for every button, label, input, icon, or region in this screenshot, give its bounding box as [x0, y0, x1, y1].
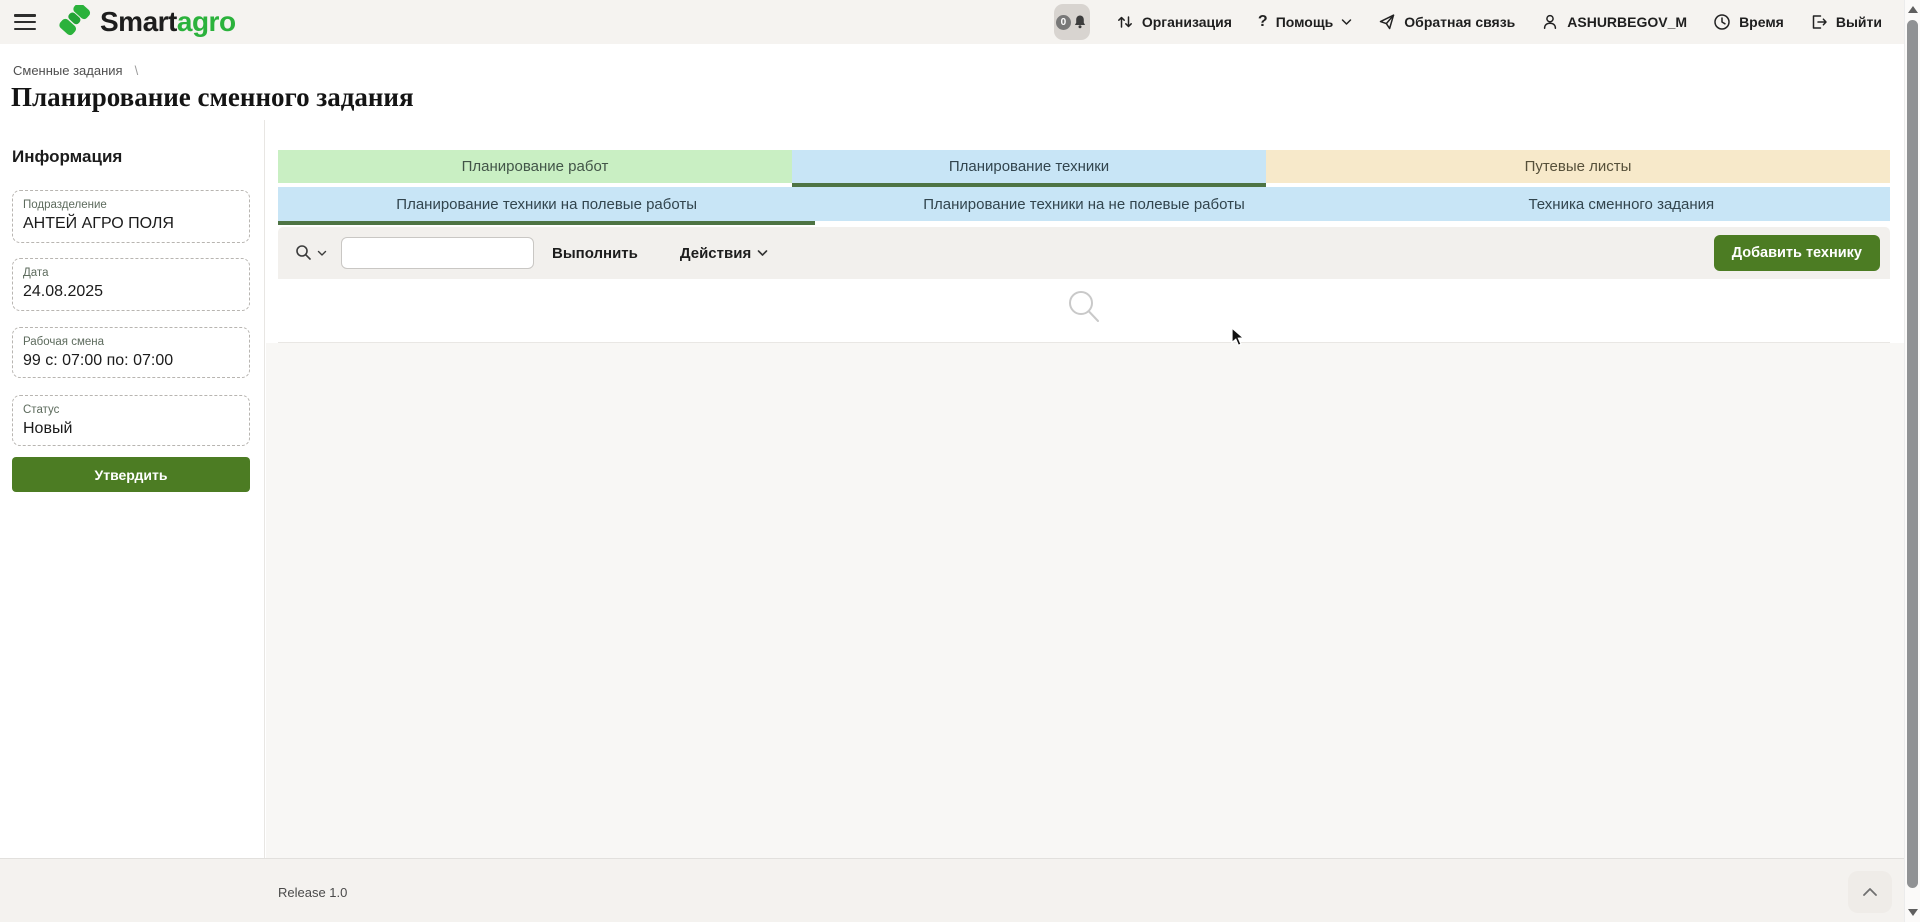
app-root: Smartagro 0 Организация ? Помощь [0, 0, 1920, 922]
sync-icon [1116, 13, 1134, 31]
top-bar: Smartagro 0 Организация ? Помощь [0, 0, 1904, 44]
release-version: Release 1.0 [278, 885, 347, 900]
scrollbar-thumb[interactable] [1907, 20, 1918, 888]
nav-item-user[interactable]: ASHURBEGOV_M [1541, 13, 1687, 31]
page-title: Планирование сменного задания [11, 82, 414, 113]
field-label: Рабочая смена [23, 335, 239, 349]
brand-wordmark: Smartagro [100, 6, 236, 38]
subtab-non-field-work-equipment[interactable]: Планирование техники на не полевые работ… [815, 187, 1352, 221]
chevron-down-icon [757, 249, 768, 257]
approve-button[interactable]: Утвердить [12, 457, 250, 492]
nav-label: Организация [1142, 14, 1232, 30]
notification-count-badge: 0 [1056, 15, 1071, 30]
search-icon [294, 243, 314, 263]
add-equipment-button[interactable]: Добавить технику [1714, 235, 1880, 271]
breadcrumb: Сменные задания \ [13, 63, 138, 78]
logout-icon [1810, 13, 1828, 31]
nav-item-logout[interactable]: Выйти [1810, 13, 1882, 31]
breadcrumb-link[interactable]: Сменные задания [13, 63, 123, 78]
subtab-field-work-equipment[interactable]: Планирование техники на полевые работы [278, 187, 815, 221]
header-nav: 0 Организация ? Помощь [1054, 4, 1882, 40]
field-value: 24.08.2025 [23, 282, 239, 302]
nav-item-feedback[interactable]: Обратная связь [1378, 13, 1515, 31]
primary-tabs: Планирование работ Планирование техники … [278, 150, 1890, 183]
chevron-down-icon [317, 250, 327, 257]
actions-menu-button[interactable]: Действия [680, 245, 768, 262]
logo-leaf-icon [54, 5, 96, 39]
field-division[interactable]: Подразделение АНТЕЙ АГРО ПОЛЯ [12, 190, 250, 243]
main-content: Планирование работ Планирование техники … [278, 150, 1890, 343]
notifications-button[interactable]: 0 [1054, 4, 1090, 40]
scrollbar-down-arrow[interactable] [1908, 909, 1918, 916]
nav-item-organization[interactable]: Организация [1116, 13, 1232, 31]
tab-work-planning[interactable]: Планирование работ [278, 150, 792, 183]
nav-item-help[interactable]: ? Помощь [1258, 13, 1352, 31]
field-status[interactable]: Статус Новый [12, 395, 250, 446]
subtab-shift-task-equipment[interactable]: Техника сменного задания [1353, 187, 1890, 221]
scrollbar-up-arrow[interactable] [1908, 6, 1918, 13]
send-icon [1378, 13, 1396, 31]
nav-label: ASHURBEGOV_M [1567, 14, 1687, 30]
field-label: Дата [23, 266, 239, 280]
chevron-up-icon [1862, 887, 1878, 897]
nav-label: Обратная связь [1404, 14, 1515, 30]
chevron-down-icon [1341, 18, 1352, 26]
tab-equipment-planning[interactable]: Планирование техники [792, 150, 1266, 183]
nav-label: Время [1739, 14, 1784, 30]
search-input[interactable] [341, 237, 534, 269]
info-sidebar: Информация Подразделение АНТЕЙ АГРО ПОЛЯ… [0, 120, 265, 858]
field-date[interactable]: Дата 24.08.2025 [12, 258, 250, 311]
vertical-scrollbar [1904, 0, 1920, 922]
field-value: Новый [23, 419, 239, 439]
actions-label: Действия [680, 245, 751, 262]
footer: Release 1.0 [0, 858, 1904, 922]
question-icon: ? [1258, 13, 1268, 31]
hamburger-menu-icon[interactable] [14, 14, 36, 30]
person-icon [1541, 13, 1559, 31]
empty-search-icon [1064, 287, 1104, 329]
logo[interactable]: Smartagro [54, 5, 236, 39]
field-label: Статус [23, 403, 239, 417]
content-background [266, 343, 1904, 858]
field-value: АНТЕЙ АГРО ПОЛЯ [23, 214, 239, 234]
sidebar-heading: Информация [12, 146, 250, 168]
empty-results-row [278, 279, 1890, 343]
scroll-to-top-button[interactable] [1848, 871, 1892, 913]
bell-icon [1072, 14, 1088, 30]
nav-label: Выйти [1836, 14, 1882, 30]
secondary-tabs: Планирование техники на полевые работы П… [278, 187, 1890, 221]
breadcrumb-separator: \ [135, 63, 139, 78]
field-label: Подразделение [23, 198, 239, 212]
search-options-button[interactable] [294, 243, 327, 263]
field-work-shift[interactable]: Рабочая смена 99 с: 07:00 по: 07:00 [12, 327, 250, 378]
field-value: 99 с: 07:00 по: 07:00 [23, 351, 239, 371]
tab-waybills[interactable]: Путевые листы [1266, 150, 1890, 183]
toolbar: Выполнить Действия Добавить технику [278, 227, 1890, 279]
nav-item-time[interactable]: Время [1713, 13, 1784, 31]
execute-button[interactable]: Выполнить [552, 245, 638, 262]
nav-label: Помощь [1276, 14, 1334, 30]
clock-icon [1713, 13, 1731, 31]
